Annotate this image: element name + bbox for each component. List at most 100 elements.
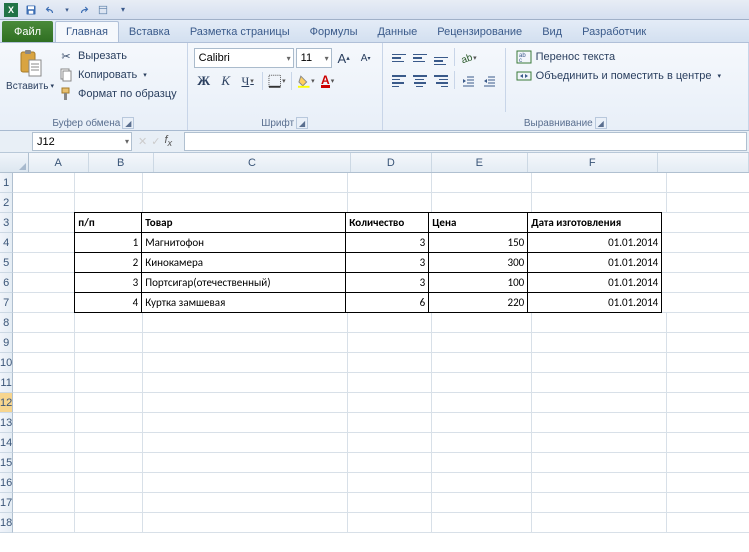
select-all-corner[interactable] (0, 153, 29, 172)
cell-E18[interactable] (432, 513, 532, 533)
cell-F13[interactable] (532, 413, 667, 433)
col-header-extra[interactable] (658, 153, 749, 172)
cell-E14[interactable] (432, 433, 532, 453)
cell-B4[interactable]: 1 (74, 232, 142, 253)
cell-B12[interactable] (75, 393, 143, 413)
cell-D8[interactable] (348, 313, 432, 333)
cell-E13[interactable] (432, 413, 532, 433)
cell-F2[interactable] (532, 193, 667, 213)
cell-B3[interactable]: п/п (74, 212, 142, 233)
cell-B15[interactable] (75, 453, 143, 473)
row-header-16[interactable]: 16 (0, 473, 13, 493)
cell-G18[interactable] (667, 513, 749, 533)
row-header-18[interactable]: 18 (0, 513, 13, 533)
cell-C14[interactable] (143, 433, 348, 453)
tab-insert[interactable]: Вставка (119, 21, 180, 42)
cell-E12[interactable] (432, 393, 532, 413)
cell-G11[interactable] (667, 373, 749, 393)
borders-button[interactable] (267, 71, 287, 91)
merge-center-button[interactable]: Объединить и поместить в центре▾ (512, 67, 725, 85)
cell-F18[interactable] (532, 513, 667, 533)
cell-E9[interactable] (432, 333, 532, 353)
cell-D1[interactable] (348, 173, 432, 193)
cell-G4[interactable] (662, 233, 749, 253)
format-painter-button[interactable]: Формат по образцу (54, 85, 181, 103)
tab-review[interactable]: Рецензирование (427, 21, 532, 42)
cell-B17[interactable] (75, 493, 143, 513)
col-header-D[interactable]: D (351, 153, 432, 172)
cell-G7[interactable] (662, 293, 749, 313)
cell-D4[interactable]: 3 (345, 232, 429, 253)
cell-B16[interactable] (75, 473, 143, 493)
cell-G6[interactable] (662, 273, 749, 293)
cell-C2[interactable] (143, 193, 348, 213)
col-header-C[interactable]: C (154, 153, 351, 172)
cell-D17[interactable] (348, 493, 432, 513)
increase-indent-button[interactable] (479, 71, 499, 91)
cell-E7[interactable]: 220 (428, 292, 528, 313)
worksheet-grid[interactable]: A B C D E F 123456789101112131415161718 … (0, 153, 749, 552)
row-header-8[interactable]: 8 (0, 313, 13, 333)
cell-C18[interactable] (143, 513, 348, 533)
row-header-2[interactable]: 2 (0, 193, 13, 213)
decrease-indent-button[interactable] (458, 71, 478, 91)
tab-home[interactable]: Главная (55, 21, 119, 42)
save-icon[interactable] (22, 1, 40, 19)
cell-E16[interactable] (432, 473, 532, 493)
grow-font-button[interactable]: A▴ (334, 48, 354, 68)
align-bottom-button[interactable] (431, 48, 451, 68)
row-header-7[interactable]: 7 (0, 293, 13, 313)
cell-E6[interactable]: 100 (428, 272, 528, 293)
cell-F11[interactable] (532, 373, 667, 393)
cell-F9[interactable] (532, 333, 667, 353)
row-header-9[interactable]: 9 (0, 333, 13, 353)
alignment-dialog-launcher[interactable]: ◢ (595, 117, 607, 129)
cell-A5[interactable] (13, 253, 75, 273)
cell-D18[interactable] (348, 513, 432, 533)
cell-F8[interactable] (532, 313, 667, 333)
cell-F14[interactable] (532, 433, 667, 453)
cell-E4[interactable]: 150 (428, 232, 528, 253)
cell-G1[interactable] (667, 173, 749, 193)
cell-D3[interactable]: Количество (345, 212, 429, 233)
row-header-15[interactable]: 15 (0, 453, 13, 473)
row-header-14[interactable]: 14 (0, 433, 13, 453)
row-header-13[interactable]: 13 (0, 413, 13, 433)
tab-view[interactable]: Вид (532, 21, 572, 42)
col-header-A[interactable]: A (29, 153, 89, 172)
cell-C1[interactable] (143, 173, 348, 193)
cell-A1[interactable] (13, 173, 75, 193)
paste-button[interactable]: Вставить▾ (6, 45, 54, 115)
cell-C10[interactable] (143, 353, 348, 373)
cell-A15[interactable] (13, 453, 75, 473)
cell-F7[interactable]: 01.01.2014 (527, 292, 662, 313)
cell-B1[interactable] (75, 173, 143, 193)
col-header-B[interactable]: B (89, 153, 154, 172)
cells-area[interactable]: п/пТоварКоличествоЦенаДата изготовления1… (13, 173, 749, 533)
cell-E10[interactable] (432, 353, 532, 373)
tab-formulas[interactable]: Формулы (300, 21, 368, 42)
row-header-3[interactable]: 3 (0, 213, 13, 233)
cell-A10[interactable] (13, 353, 75, 373)
cell-C5[interactable]: Кинокамера (141, 252, 346, 273)
cut-button[interactable]: ✂Вырезать (54, 47, 181, 65)
wrap-text-button[interactable]: abcПеренос текста (512, 48, 725, 66)
cell-F15[interactable] (532, 453, 667, 473)
qat-more-icon[interactable]: ▾ (114, 1, 132, 19)
align-center-button[interactable] (410, 71, 430, 91)
bold-button[interactable]: Ж (194, 71, 214, 91)
cell-B10[interactable] (75, 353, 143, 373)
cell-B7[interactable]: 4 (74, 292, 142, 313)
file-tab[interactable]: Файл (2, 21, 53, 42)
cell-E8[interactable] (432, 313, 532, 333)
row-header-12[interactable]: 12 (0, 393, 13, 413)
cell-A3[interactable] (13, 213, 75, 233)
cell-C12[interactable] (143, 393, 348, 413)
cell-F12[interactable] (532, 393, 667, 413)
redo-icon[interactable] (74, 1, 92, 19)
copy-button[interactable]: Копировать▾ (54, 66, 181, 84)
row-header-5[interactable]: 5 (0, 253, 13, 273)
cell-G15[interactable] (667, 453, 749, 473)
cell-C17[interactable] (143, 493, 348, 513)
cell-B13[interactable] (75, 413, 143, 433)
